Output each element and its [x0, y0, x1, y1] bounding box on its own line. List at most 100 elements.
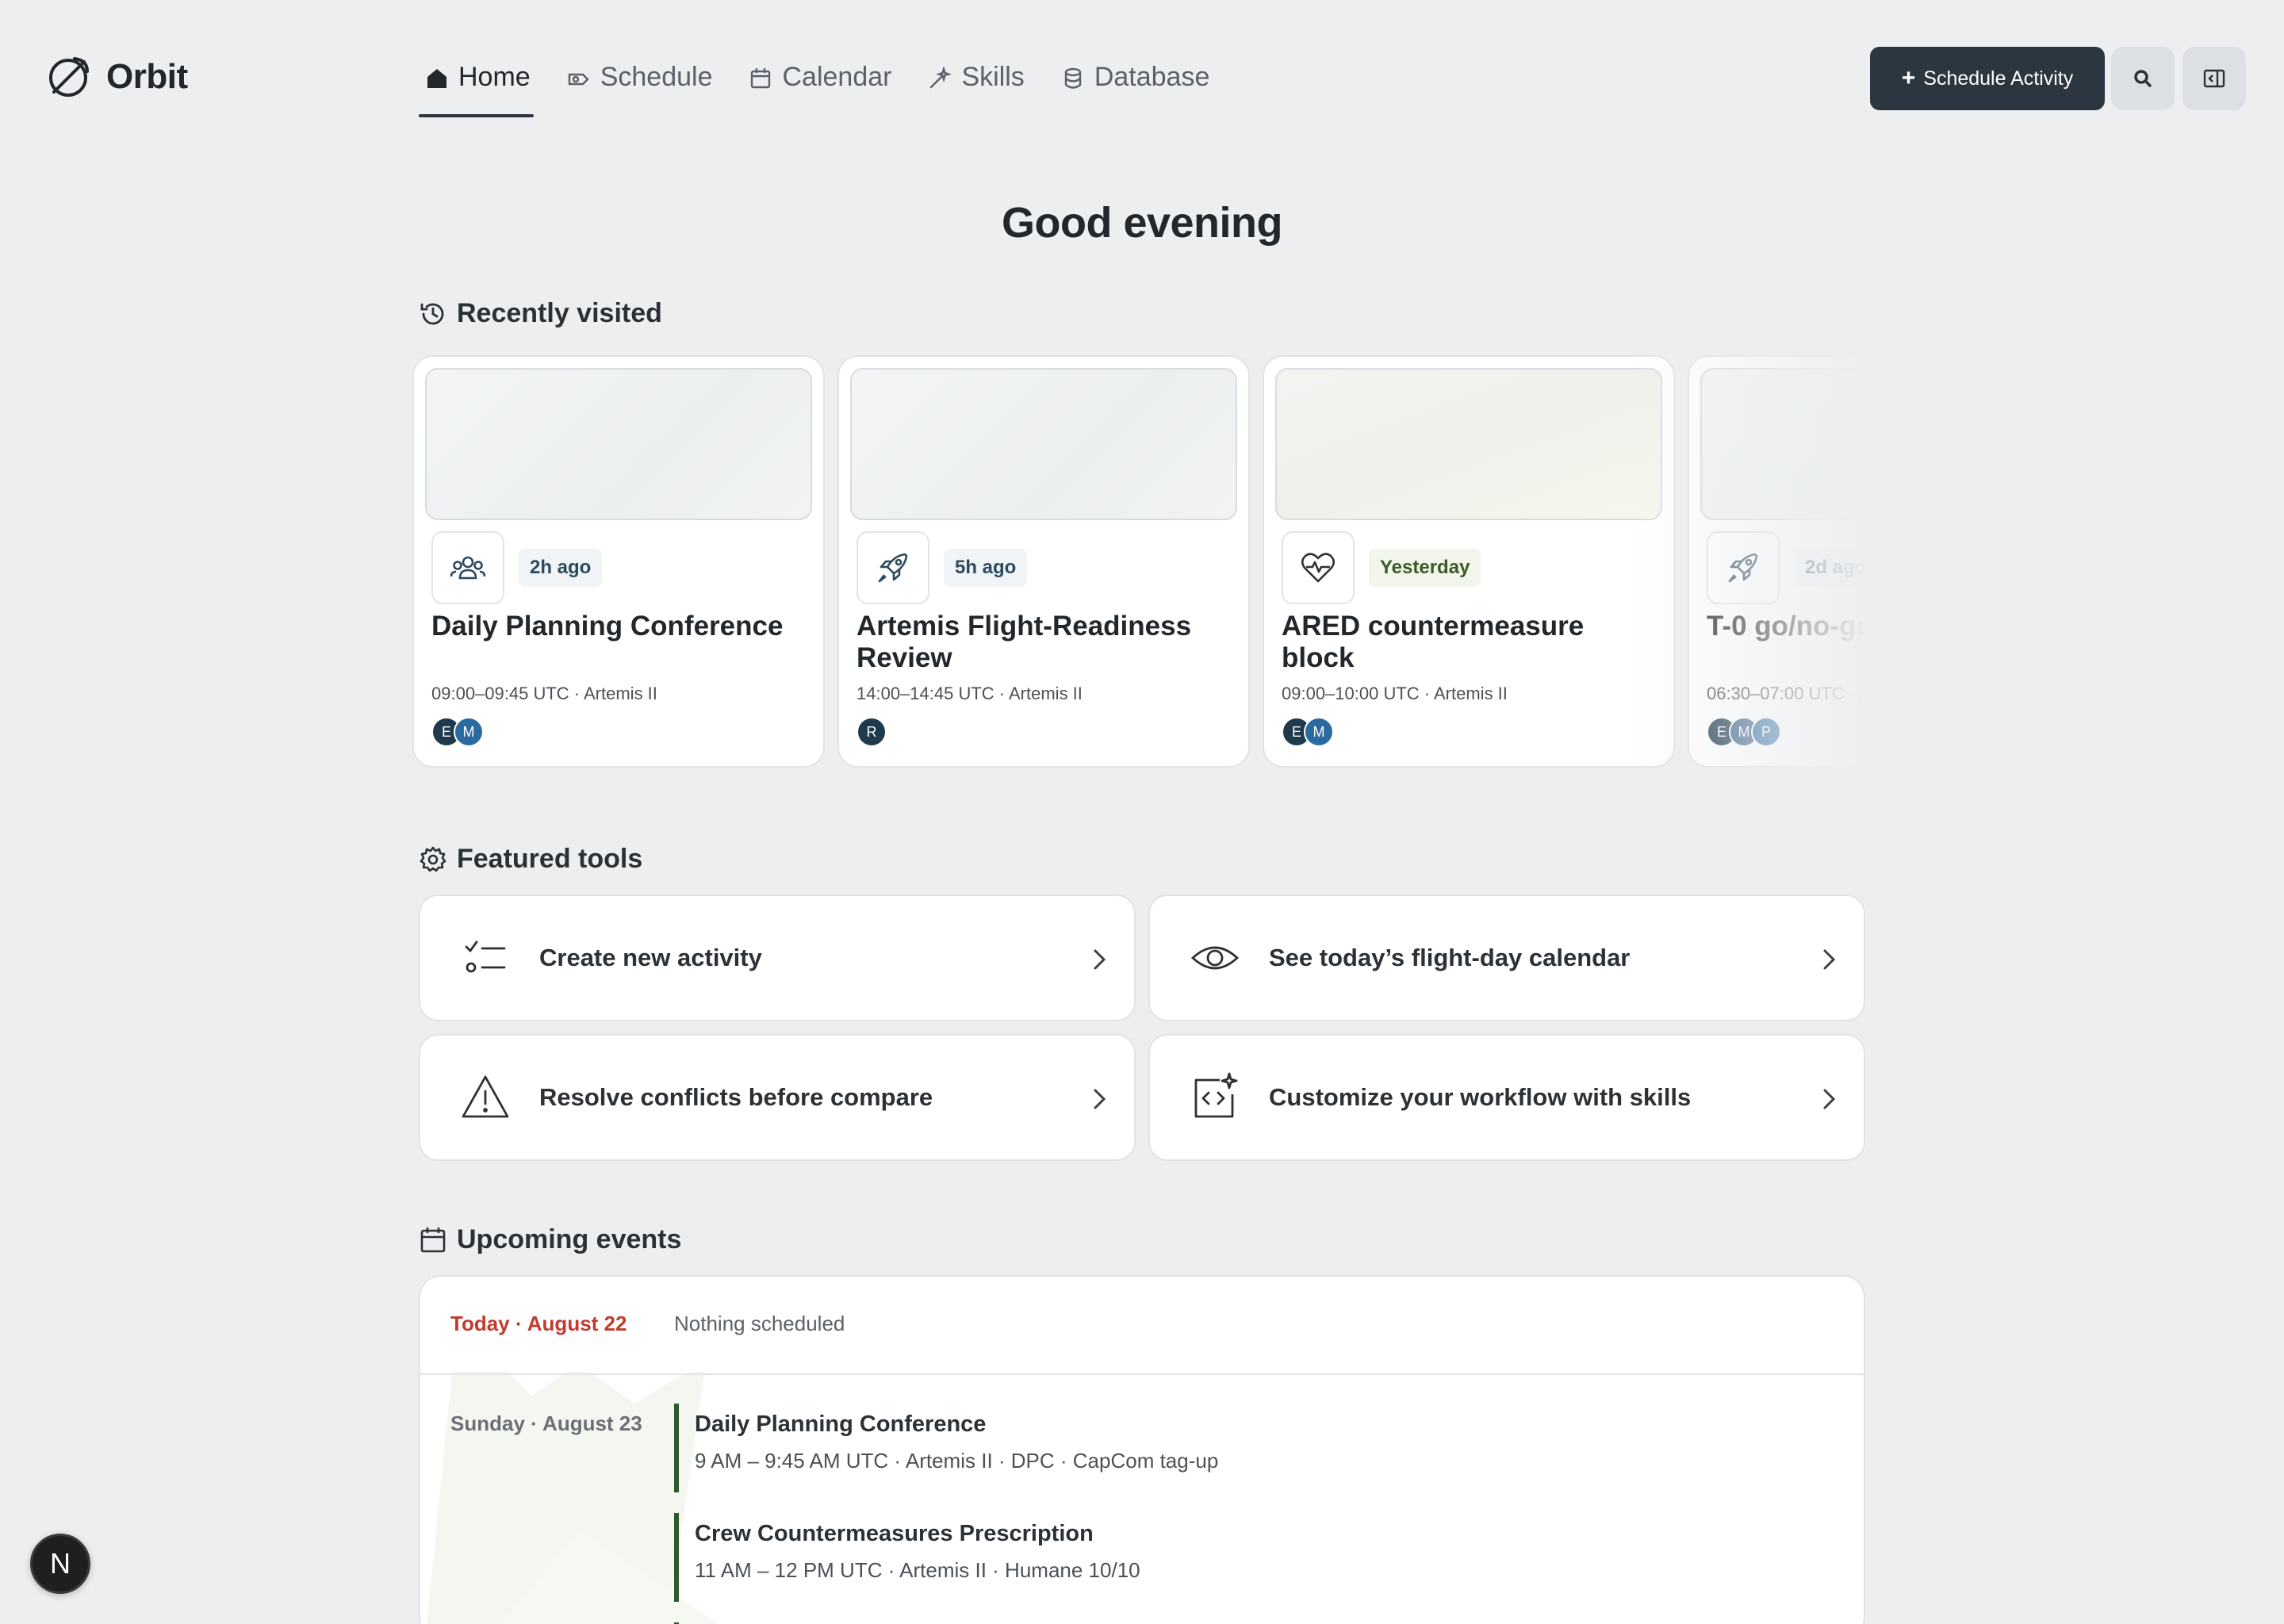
card-meta: 09:00–10:00 UTC · Artemis II	[1282, 684, 1508, 703]
gear-icon	[420, 846, 446, 871]
history-icon	[420, 303, 444, 324]
card-title: ARED countermeasure block	[1282, 611, 1585, 673]
avatar: P	[1751, 717, 1781, 747]
avatar-group: R	[856, 717, 887, 747]
toggle-panel-button[interactable]	[2182, 47, 2246, 110]
card-meta: 14:00–14:45 UTC · Artemis II	[856, 684, 1083, 703]
recent-cards-carousel[interactable]: 2h ago Daily Planning Conference 09:00–0…	[411, 354, 1867, 769]
orbit-logo-icon	[49, 57, 89, 97]
card-title: T-0 go/no-go	[1707, 611, 1867, 642]
card-meta: 09:00–09:45 UTC · Artemis II	[431, 684, 657, 703]
dev-tools-button[interactable]: N	[30, 1534, 90, 1594]
top-bar: Orbit Home Schedule Calendar Skills Data…	[0, 0, 2284, 159]
recent-card[interactable]: 2h ago Daily Planning Conference 09:00–0…	[412, 355, 825, 768]
greeting: Good evening	[1001, 199, 1283, 247]
nav-item-calendar[interactable]: Calendar	[742, 49, 895, 117]
recent-card[interactable]: 5h ago Artemis Flight-Readiness Review 1…	[837, 355, 1250, 768]
event-item[interactable]: Crew Countermeasures Prescription 11 AM …	[674, 1513, 1467, 1602]
nav-item-label: Calendar	[782, 62, 892, 92]
avatar: M	[454, 717, 484, 747]
upcoming-events-heading: Upcoming events	[419, 1224, 681, 1255]
tool-flight-day-calendar[interactable]: See today’s flight-day calendar	[1148, 894, 1865, 1021]
chevron-right-icon	[1823, 1089, 1836, 1109]
nav-item-label: Database	[1094, 62, 1210, 92]
avatar-group: E M	[431, 717, 484, 747]
card-type-icon	[1707, 531, 1780, 604]
calendar-icon	[751, 68, 771, 89]
divider	[420, 1373, 1864, 1375]
home-icon	[427, 69, 446, 88]
tool-label: Customize your workflow with skills	[1269, 1083, 1692, 1111]
event-details: 9 AM – 9:45 AM UTC · Artemis II · DPC · …	[695, 1449, 1219, 1473]
app-name: Orbit	[106, 57, 188, 96]
card-thumbnail	[1700, 368, 1867, 520]
schedule-activity-button[interactable]: + Schedule Activity	[1870, 47, 2105, 110]
database-icon	[1064, 67, 1082, 89]
section-title-label: Featured tools	[457, 844, 643, 874]
section-title-label: Upcoming events	[457, 1224, 682, 1254]
avatar-group: E M	[1282, 717, 1334, 747]
day-date-label: Sunday · August 23	[450, 1411, 642, 1435]
card-time-badge: 2h ago	[519, 549, 603, 587]
tool-label: Create new activity	[539, 944, 762, 971]
card-title: Artemis Flight-Readiness Review	[856, 611, 1192, 673]
brand[interactable]: Orbit	[46, 52, 188, 102]
card-time-badge: 2d ago	[1794, 549, 1867, 587]
warning-icon	[462, 1075, 509, 1118]
nav-item-label: Schedule	[600, 62, 713, 92]
event-title: Daily Planning Conference	[695, 1411, 987, 1437]
search-icon	[2134, 70, 2152, 87]
chevron-right-icon	[1094, 1089, 1106, 1109]
search-button[interactable]	[2111, 47, 2175, 110]
rocket-icon	[878, 553, 908, 583]
event-item[interactable]: Daily Planning Conference 9 AM – 9:45 AM…	[674, 1404, 1467, 1492]
nav-item-home[interactable]: Home	[419, 49, 534, 117]
nav-item-label: Skills	[961, 62, 1025, 92]
nav-item-skills[interactable]: Skills	[922, 49, 1027, 117]
card-title: Daily Planning Conference	[431, 611, 784, 642]
card-thumbnail	[1275, 368, 1662, 520]
people-icon	[450, 556, 486, 580]
today-date-label: Today · August 22	[450, 1312, 627, 1335]
section-title-label: Recently visited	[457, 298, 662, 328]
tool-customize-skills[interactable]: Customize your workflow with skills	[1148, 1034, 1865, 1161]
card-time-badge: Yesterday	[1369, 549, 1481, 587]
card-thumbnail	[425, 368, 812, 520]
sidebar-toggle-icon	[2203, 69, 2225, 88]
card-meta: 06:30–07:00 UTC · Artemis II	[1707, 684, 1867, 703]
featured-tools-heading: Featured tools	[419, 844, 642, 875]
card-time-badge: 5h ago	[944, 549, 1028, 587]
schedule-activity-label: Schedule Activity	[1923, 67, 2074, 90]
main-nav: Home Schedule Calendar Skills Database	[419, 49, 1213, 117]
upcoming-events-panel: Today · August 22 Nothing scheduled Sund…	[419, 1275, 1865, 1624]
calendar-icon	[420, 1227, 446, 1252]
recent-card[interactable]: 2d ago T-0 go/no-go 06:30–07:00 UTC · Ar…	[1688, 355, 1867, 768]
heart-pulse-icon	[1301, 553, 1336, 583]
empty-day-text: Nothing scheduled	[674, 1312, 845, 1335]
avatar: M	[1304, 717, 1334, 747]
code-sparkle-icon	[1194, 1072, 1238, 1118]
eye-icon	[1190, 946, 1240, 970]
chevron-right-icon	[1823, 949, 1836, 970]
nav-item-schedule[interactable]: Schedule	[561, 49, 716, 117]
recent-card[interactable]: Yesterday ARED countermeasure block 09:0…	[1263, 355, 1675, 768]
event-details: 11 AM – 12 PM UTC · Artemis II · Humane …	[695, 1558, 1140, 1582]
checklist-icon	[465, 940, 506, 973]
tool-label: See today’s flight-day calendar	[1269, 944, 1631, 971]
recently-visited-heading: Recently visited	[419, 298, 662, 329]
event-title: Crew Countermeasures Prescription	[695, 1521, 1094, 1546]
card-thumbnail	[850, 368, 1237, 520]
nav-item-database[interactable]: Database	[1055, 49, 1213, 117]
tool-resolve-conflicts[interactable]: Resolve conflicts before compare	[419, 1034, 1136, 1161]
card-type-icon	[856, 531, 929, 604]
tool-create-activity[interactable]: Create new activity	[419, 894, 1136, 1021]
schedule-icon	[568, 73, 589, 86]
avatar-group: E M P	[1707, 717, 1781, 747]
nav-item-label: Home	[458, 62, 531, 92]
tool-label: Resolve conflicts before compare	[539, 1083, 933, 1111]
avatar: R	[856, 717, 887, 747]
card-type-icon	[431, 531, 504, 604]
plus-icon: +	[1901, 65, 1916, 91]
chevron-right-icon	[1094, 949, 1106, 970]
rocket-icon	[1728, 553, 1758, 583]
